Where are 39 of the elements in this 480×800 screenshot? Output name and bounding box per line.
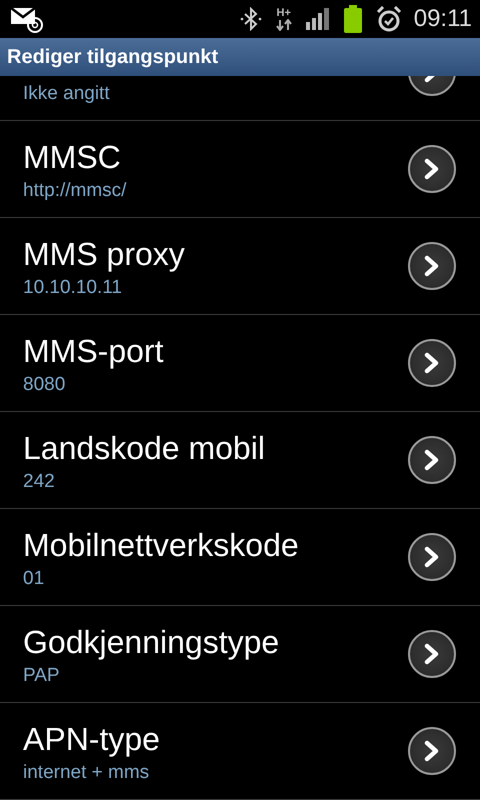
chevron-button[interactable] [408,242,456,290]
signal-icon [306,8,330,30]
clock-time: 09:11 [414,5,472,33]
chevron-button[interactable] [408,145,456,193]
chevron-button[interactable] [408,533,456,581]
setting-value: 10.10.10.11 [23,276,123,300]
setting-value: http://mmsc/ [23,179,128,203]
setting-row[interactable]: Godkjenningstype PAP [0,606,480,703]
network-type-label: H+ [276,8,291,18]
alarm-clock-icon [376,6,402,32]
setting-row[interactable]: MMS proxy 10.10.10.11 [0,218,480,315]
setting-row[interactable]: Ikke angitt [0,76,480,121]
email-icon [10,5,44,33]
setting-row[interactable]: MMS-port 8080 [0,315,480,412]
setting-row[interactable]: Landskode mobil 242 [0,412,480,509]
screen-title: Rediger tilgangspunkt [7,46,218,68]
setting-title: Godkjenningstype [23,623,280,661]
battery-icon [344,5,362,33]
setting-row[interactable]: APN-type internet + mms [0,703,480,800]
setting-value: Ikke angitt [23,82,111,106]
chevron-button[interactable] [408,436,456,484]
chevron-button[interactable] [408,727,456,775]
setting-title: Mobilnettverkskode [23,526,300,564]
setting-row[interactable]: MMSC http://mmsc/ [0,121,480,218]
setting-row[interactable]: Mobilnettverkskode 01 [0,509,480,606]
setting-title: MMSC [23,138,122,176]
setting-title: MMS proxy [23,235,186,273]
setting-title: APN-type [23,720,161,758]
setting-value: 242 [23,470,56,494]
setting-title: MMS-port [23,332,164,370]
bluetooth-icon [240,7,262,31]
chevron-button[interactable] [408,339,456,387]
setting-title: Landskode mobil [23,429,266,467]
data-arrows-icon [276,18,292,30]
setting-value: PAP [23,664,61,688]
setting-value: internet + mms [23,761,150,785]
setting-value: 01 [23,567,46,591]
setting-value: 8080 [23,373,66,397]
chevron-button[interactable] [408,630,456,678]
